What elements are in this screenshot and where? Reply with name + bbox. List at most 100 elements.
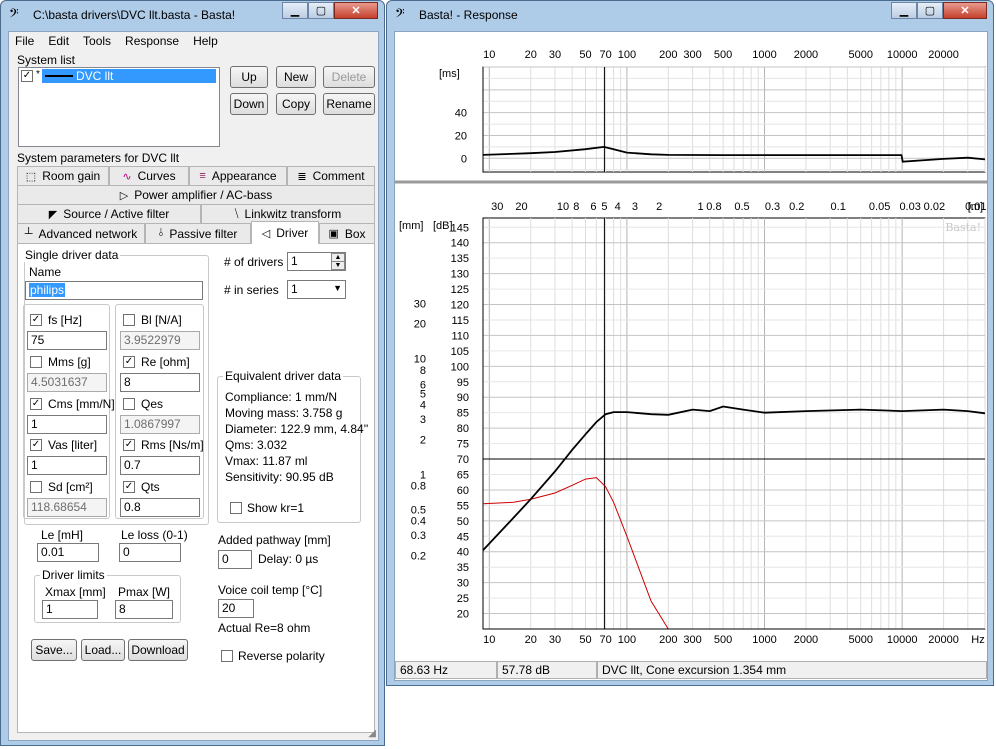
db-tick-label: 85 xyxy=(457,408,469,420)
rms-checkbox[interactable]: ✓ xyxy=(123,439,135,451)
close-button[interactable]: ✕ xyxy=(334,2,378,19)
num-drivers-spinner[interactable]: 1 ▲ ▼ xyxy=(287,252,346,271)
menu-file[interactable]: File xyxy=(9,32,42,51)
up-button[interactable]: Up xyxy=(230,66,268,88)
tab-box[interactable]: ▣ Box xyxy=(319,223,375,243)
maximize-button[interactable]: ▢ xyxy=(917,2,943,19)
driver-name-input[interactable]: philips xyxy=(25,281,203,300)
tab-appearance[interactable]: ≡ Appearance xyxy=(189,166,287,185)
spinner-down-icon[interactable]: ▼ xyxy=(331,261,345,270)
show-kr-checkbox[interactable] xyxy=(230,502,242,514)
tab-room-gain[interactable]: ⬚ Room gain xyxy=(17,166,109,185)
fs-input[interactable]: 75 xyxy=(27,331,107,350)
copy-button[interactable]: Copy xyxy=(276,93,316,115)
tab-source-label: Source / Active filter xyxy=(63,207,170,221)
maximize-button[interactable]: ▢ xyxy=(308,2,334,19)
le-loss-label: Le loss (0-1) xyxy=(121,528,188,542)
vc-temp-input[interactable]: 20 xyxy=(218,599,254,618)
menu-tools[interactable]: Tools xyxy=(77,32,119,51)
main-titlebar[interactable]: 𝄢 C:\basta drivers\DVC llt.basta - Basta… xyxy=(1,1,384,29)
tab-comment[interactable]: ≣ Comment xyxy=(287,166,375,185)
qts-checkbox[interactable]: ✓ xyxy=(123,481,135,493)
minimize-button[interactable]: ▁ xyxy=(282,2,308,19)
db-tick-label: 25 xyxy=(457,593,469,605)
download-driver-button[interactable]: Download xyxy=(128,639,188,661)
db-tick-label: 60 xyxy=(457,485,469,497)
db-tick-label: 45 xyxy=(457,531,469,543)
cms-checkbox[interactable]: ✓ xyxy=(30,398,42,410)
y-tick-label: 20 xyxy=(455,130,467,142)
rms-input[interactable]: 0.7 xyxy=(120,456,200,475)
bl-label: Bl [N/A] xyxy=(141,313,182,327)
xmax-input[interactable]: 1 xyxy=(42,600,98,619)
le-input[interactable]: 0.01 xyxy=(37,543,99,562)
status-frequency: 68.63 Hz xyxy=(395,661,497,679)
menu-response[interactable]: Response xyxy=(119,32,187,51)
added-pathway-input[interactable]: 0 xyxy=(218,550,252,569)
tab-curves[interactable]: ∿ Curves xyxy=(109,166,189,185)
vas-checkbox[interactable]: ✓ xyxy=(30,439,42,451)
minimize-button[interactable]: ▁ xyxy=(891,2,917,19)
mm-tick-label: 0.5 xyxy=(411,504,426,516)
box-icon: ▣ xyxy=(328,228,339,240)
system-list-item[interactable]: ✓ * DVC llt xyxy=(20,69,217,83)
advanced-network-icon: ┴ xyxy=(24,227,33,240)
wavelength-tick-label: 6 xyxy=(590,201,596,213)
mm-tick-label: 1 xyxy=(420,469,426,481)
mm-axis-label: [mm] xyxy=(399,220,423,232)
re-checkbox[interactable]: ✓ xyxy=(123,356,135,368)
qes-checkbox[interactable] xyxy=(123,398,135,410)
save-driver-button[interactable]: Save... xyxy=(31,639,77,661)
wavelength-tick-label: 4 xyxy=(615,201,621,213)
system-list[interactable]: ✓ * DVC llt xyxy=(18,67,220,147)
tab-source-active-filter[interactable]: ◤ Source / Active filter xyxy=(17,204,201,223)
menu-edit[interactable]: Edit xyxy=(42,32,77,51)
wavelength-tick-label: 0.3 xyxy=(765,201,780,213)
system-list-label: System list xyxy=(17,53,76,67)
tab-power-amplifier[interactable]: ▷ Power amplifier / AC-bass xyxy=(17,185,375,204)
pmax-input[interactable]: 8 xyxy=(115,600,173,619)
response-titlebar[interactable]: 𝄢 Basta! - Response ▁ ▢ ✕ xyxy=(387,1,993,29)
delete-button[interactable]: Delete xyxy=(323,66,375,88)
tab-advanced-network[interactable]: ┴ Advanced network xyxy=(17,223,145,243)
vas-input[interactable]: 1 xyxy=(27,456,107,475)
le-label: Le [mH] xyxy=(41,528,84,542)
dropdown-arrow-icon[interactable]: ▼ xyxy=(333,283,342,293)
tab-power-amplifier-label: Power amplifier / AC-bass xyxy=(134,188,273,202)
menu-help[interactable]: Help xyxy=(187,32,226,51)
le-loss-input[interactable]: 0 xyxy=(119,543,181,562)
resize-grip-icon[interactable]: ◢ xyxy=(368,728,376,739)
sd-checkbox[interactable] xyxy=(30,481,42,493)
db-tick-label: 140 xyxy=(451,238,469,250)
re-input[interactable]: 8 xyxy=(120,373,200,392)
system-visible-checkbox[interactable]: ✓ xyxy=(21,70,33,82)
tab-driver[interactable]: ◁ Driver xyxy=(251,221,319,244)
tab-comment-label: Comment xyxy=(312,169,365,183)
wavelength-tick-label: 0.1 xyxy=(831,201,846,213)
x-tick-label-top: 70 xyxy=(599,49,611,61)
down-button[interactable]: Down xyxy=(230,93,268,115)
equiv-moving-mass: Moving mass: 3.758 g xyxy=(225,406,343,420)
qts-input[interactable]: 0.8 xyxy=(120,498,200,517)
tab-passive-filter[interactable]: ⫰ Passive filter xyxy=(145,223,251,243)
wavelength-tick-label: 2 xyxy=(656,201,662,213)
in-series-select[interactable]: 1 ▼ xyxy=(287,280,346,299)
cms-input[interactable]: 1 xyxy=(27,415,107,434)
response-window-title: Basta! - Response xyxy=(419,8,518,22)
basta-watermark: Basta! xyxy=(945,221,981,234)
tab-passive-filter-label: Passive filter xyxy=(169,226,238,241)
response-charts[interactable]: 10 20 30 50 70 100 200 300 500 1000 2000 5000 10000 2… xyxy=(395,32,987,660)
reverse-polarity-checkbox[interactable] xyxy=(221,650,233,662)
load-driver-button[interactable]: Load... xyxy=(81,639,125,661)
mms-checkbox[interactable] xyxy=(30,356,42,368)
close-button[interactable]: ✕ xyxy=(943,2,987,19)
pmax-label: Pmax [W] xyxy=(118,585,171,599)
new-button[interactable]: New xyxy=(276,66,316,88)
mms-label: Mms [g] xyxy=(48,355,91,369)
rename-button[interactable]: Rename xyxy=(323,93,375,115)
status-level: 57.78 dB xyxy=(497,661,597,679)
bl-checkbox[interactable] xyxy=(123,314,135,326)
system-selected-row[interactable]: DVC llt xyxy=(42,69,216,83)
sd-label: Sd [cm²] xyxy=(48,480,93,494)
fs-checkbox[interactable]: ✓ xyxy=(30,314,42,326)
